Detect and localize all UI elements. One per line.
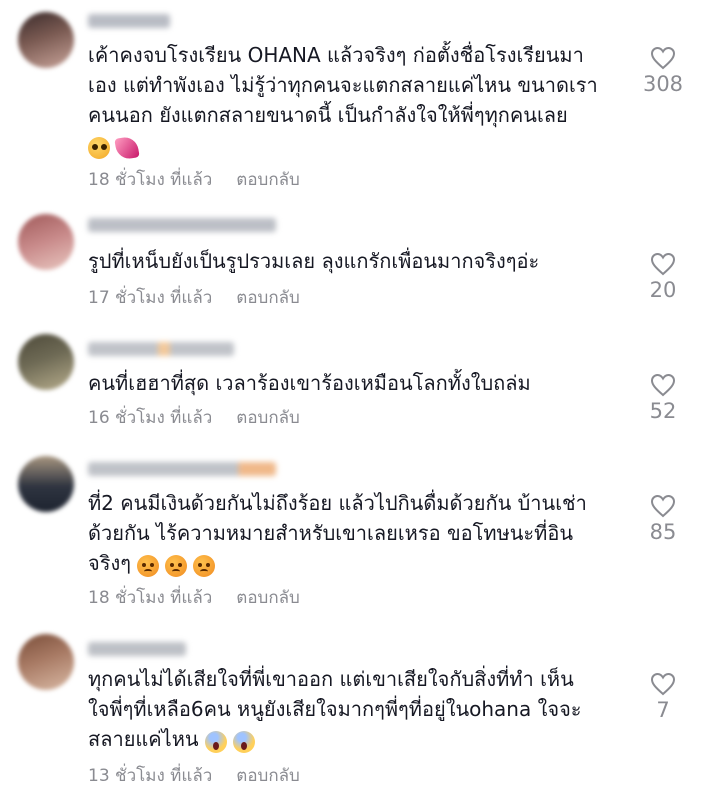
- timestamp: 18 ชั่วโมง ที่แล้ว: [88, 170, 213, 190]
- avatar[interactable]: [18, 456, 74, 512]
- pleading-face-emoji-icon: [88, 137, 110, 159]
- comment-meta: 18 ชั่วโมง ที่แล้ว ตอบกลับ: [88, 584, 300, 611]
- avatar[interactable]: [18, 214, 74, 270]
- reply-button[interactable]: ตอบกลับ: [236, 170, 300, 190]
- reply-button[interactable]: ตอบกลับ: [236, 588, 300, 608]
- comment-text: รูปที่เหน็บยังเป็นรูปรวมเลย ลุงแกรักเพื่…: [88, 249, 540, 273]
- username[interactable]: [88, 462, 276, 476]
- comment-text: ทุกคนไม่ได้เสียใจที่พี่เขาออก แต่เขาเสีย…: [88, 664, 608, 756]
- screaming-face-emoji-icon: [232, 731, 255, 753]
- like-count: 7: [656, 698, 670, 722]
- like-button[interactable]: 20: [638, 252, 688, 302]
- comment-text: ที่2 คนมีเงินด้วยกันไม่ถึงร้อย แล้วไปกิน…: [88, 488, 608, 580]
- like-button[interactable]: 85: [638, 494, 688, 544]
- heart-icon: [650, 252, 676, 276]
- heart-with-ribbon-emoji-icon: [114, 135, 140, 161]
- username[interactable]: [88, 642, 186, 656]
- emoji-group: [136, 550, 221, 580]
- angry-face-emoji-icon: [164, 555, 187, 577]
- like-button[interactable]: 52: [638, 373, 688, 423]
- comment-meta: 18 ชั่วโมง ที่แล้ว ตอบกลับ: [88, 166, 300, 193]
- username[interactable]: [88, 14, 170, 28]
- comment-meta: 17 ชั่วโมง ที่แล้ว ตอบกลับ: [88, 284, 300, 311]
- like-button[interactable]: 7: [638, 672, 688, 722]
- timestamp: 16 ชั่วโมง ที่แล้ว: [88, 408, 213, 428]
- emoji-group: [204, 726, 261, 756]
- like-count: 85: [649, 520, 677, 544]
- timestamp: 13 ชั่วโมง ที่แล้ว: [88, 766, 213, 786]
- avatar[interactable]: [18, 12, 74, 68]
- heart-icon: [650, 373, 676, 397]
- username[interactable]: [88, 342, 234, 356]
- like-count: 52: [649, 399, 677, 423]
- emoji-group: [88, 132, 144, 162]
- like-button[interactable]: 308: [638, 46, 688, 96]
- reply-button[interactable]: ตอบกลับ: [236, 766, 300, 786]
- reply-button[interactable]: ตอบกลับ: [236, 288, 300, 308]
- comment-meta: 13 ชั่วโมง ที่แล้ว ตอบกลับ: [88, 762, 300, 789]
- reply-button[interactable]: ตอบกลับ: [236, 408, 300, 428]
- avatar[interactable]: [18, 334, 74, 390]
- comment-text: คนที่เฮฮาที่สุด เวลาร้องเขาร้องเหมือนโลก…: [88, 371, 531, 395]
- comment-meta: 16 ชั่วโมง ที่แล้ว ตอบกลับ: [88, 404, 300, 431]
- avatar[interactable]: [18, 634, 74, 690]
- angry-face-emoji-icon: [136, 555, 159, 577]
- timestamp: 17 ชั่วโมง ที่แล้ว: [88, 288, 213, 308]
- username[interactable]: [88, 218, 276, 232]
- heart-icon: [650, 46, 676, 70]
- like-count: 308: [642, 72, 684, 96]
- heart-icon: [650, 672, 676, 696]
- like-count: 20: [649, 278, 677, 302]
- screaming-face-emoji-icon: [204, 731, 227, 753]
- angry-face-emoji-icon: [192, 555, 215, 577]
- comment-text: เค้าคงจบโรงเรียน OHANA แล้วจริงๆ ก่อตั้ง…: [88, 40, 608, 162]
- timestamp: 18 ชั่วโมง ที่แล้ว: [88, 588, 213, 608]
- heart-icon: [650, 494, 676, 518]
